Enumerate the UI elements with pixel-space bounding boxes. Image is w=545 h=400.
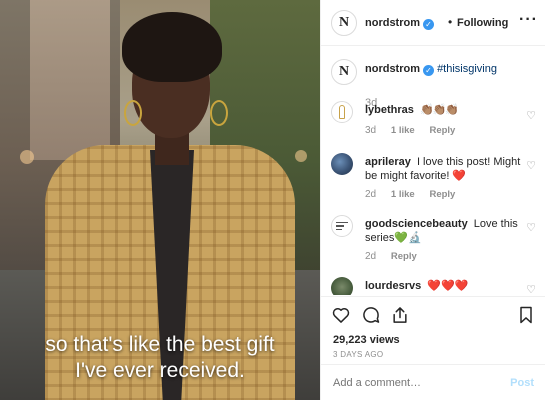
comment-likes[interactable]: 1 like <box>391 125 415 136</box>
more-options-icon[interactable]: ··· <box>519 11 538 29</box>
comment-username[interactable]: lybethras <box>365 104 414 116</box>
comment-body: aprileray I love this post! Might be mig… <box>365 155 521 183</box>
comment-time[interactable]: 2d <box>365 251 376 262</box>
post-header: N nordstrom ✓ • Following ··· <box>321 0 545 46</box>
comment-icon[interactable] <box>361 305 381 325</box>
caption-hashtag[interactable]: #thisisgiving <box>437 63 497 75</box>
heart-icon[interactable] <box>331 305 351 325</box>
comment-like-heart-icon[interactable]: ♡ <box>526 109 536 122</box>
earring-left <box>124 100 142 126</box>
earring-right <box>210 100 228 126</box>
comment-reply-button[interactable]: Reply <box>391 251 417 262</box>
bokeh-light <box>20 150 34 164</box>
person-hair <box>122 12 222 82</box>
post-side-panel: N nordstrom ✓ • Following ··· N nordstrom… <box>320 0 545 400</box>
commenter-avatar[interactable] <box>331 101 353 123</box>
comment-reply-button[interactable]: Reply <box>429 189 455 200</box>
add-comment-bar: Post <box>321 364 545 400</box>
comment-username[interactable]: goodsciencebeauty <box>365 218 468 230</box>
add-comment-input[interactable] <box>333 375 503 391</box>
verified-badge-icon: ✓ <box>423 65 434 76</box>
caption-username[interactable]: nordstrom <box>365 63 420 75</box>
commenter-avatar[interactable] <box>331 153 353 175</box>
comment-time[interactable]: 3d <box>365 125 376 136</box>
bookmark-icon[interactable] <box>516 305 536 325</box>
header-username-group: nordstrom ✓ <box>365 17 434 30</box>
account-avatar[interactable]: N <box>331 10 357 36</box>
video-player[interactable]: so that's like the best gift I've ever r… <box>0 0 320 400</box>
comment-username[interactable]: aprileray <box>365 156 411 168</box>
verified-badge-icon: ✓ <box>423 19 434 30</box>
caption-account-avatar[interactable]: N <box>331 59 357 85</box>
comment-body: goodsciencebeauty Love this series💚🔬 <box>365 217 521 245</box>
comment-body: lourdesrvs ❤️❤️❤️ <box>365 279 521 293</box>
comment-reply-button[interactable]: Reply <box>429 125 455 136</box>
comments-list[interactable]: N nordstrom ✓ #thisisgiving 3d lybethras … <box>321 47 545 295</box>
comment-body: lybethras 👏🏽👏🏽👏🏽 <box>365 103 521 117</box>
commenter-avatar[interactable] <box>331 215 353 237</box>
commenter-avatar[interactable] <box>331 277 353 295</box>
comment-text: 👏🏽👏🏽👏🏽 <box>419 104 459 116</box>
following-button[interactable]: Following <box>457 17 508 29</box>
caption-text: nordstrom ✓ #thisisgiving <box>365 63 497 76</box>
comment-meta: 2d 1 like Reply <box>365 189 467 200</box>
post-comment-button[interactable]: Post <box>510 377 534 389</box>
comment-like-heart-icon[interactable]: ♡ <box>526 283 536 295</box>
comment-username[interactable]: lourdesrvs <box>365 280 421 292</box>
video-caption-line-2: I've ever received. <box>75 359 245 382</box>
background-building <box>30 0 110 160</box>
comment-like-heart-icon[interactable]: ♡ <box>526 159 536 172</box>
comment-text: ❤️❤️❤️ <box>427 280 469 292</box>
comment-like-heart-icon[interactable]: ♡ <box>526 221 536 234</box>
comment-likes[interactable]: 1 like <box>391 189 415 200</box>
header-username[interactable]: nordstrom <box>365 17 420 29</box>
share-icon[interactable] <box>390 305 410 325</box>
bokeh-light <box>295 150 307 162</box>
post-action-bar: 29,223 views 3 DAYS AGO <box>321 296 545 364</box>
post-date: 3 DAYS AGO <box>333 350 384 359</box>
video-caption-line-1: so that's like the best gift <box>45 333 275 356</box>
view-count[interactable]: 29,223 views <box>333 334 400 346</box>
header-separator: • <box>448 15 453 29</box>
comment-meta: 2d Reply <box>365 251 429 262</box>
comment-time[interactable]: 2d <box>365 189 376 200</box>
comment-meta: 3d 1 like Reply <box>365 125 467 136</box>
